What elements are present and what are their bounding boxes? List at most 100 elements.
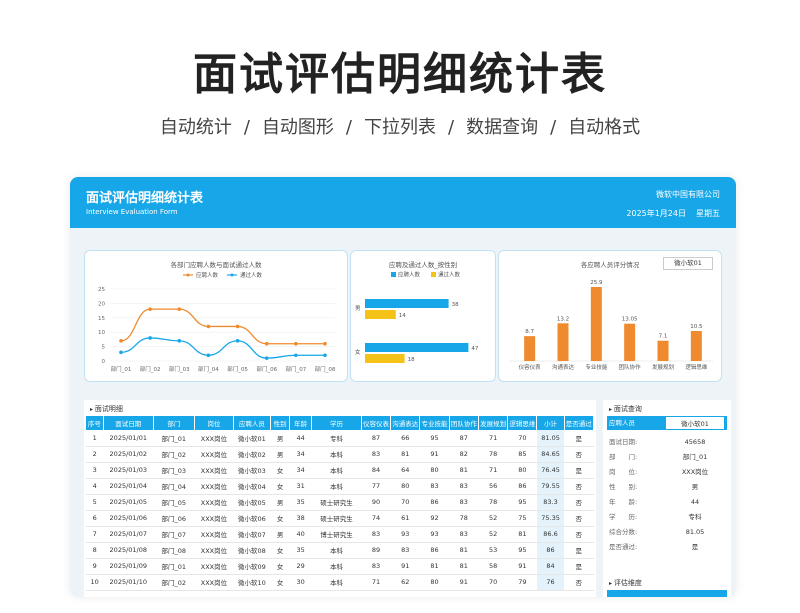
table-cell: 81 (419, 558, 450, 575)
table-cell: 81 (449, 462, 479, 479)
column-header[interactable]: 团队协作 (449, 416, 479, 430)
table-cell: 女 (270, 462, 290, 479)
feature-list: 自动统计 / 自动图形 / 下拉列表 / 数据查询 / 自动格式 (0, 113, 800, 139)
column-header[interactable]: 是否通过 (564, 416, 595, 430)
table-cell: 71 (361, 574, 391, 591)
legend-label: 应聘人数 (398, 271, 421, 279)
column-header[interactable]: 学历 (311, 416, 362, 430)
table-cell: 95 (507, 542, 537, 559)
query-person-select[interactable]: 微小软01 (665, 416, 725, 430)
table-cell: 89 (361, 542, 391, 559)
column-header[interactable]: 面试日期 (103, 416, 154, 430)
x-tick-label: 逻辑思维 (685, 363, 708, 371)
table-cell: 34 (289, 446, 312, 463)
table-cell: 部门_06 (153, 510, 195, 527)
bar (690, 331, 702, 361)
table-cell: 52 (478, 510, 508, 527)
table-cell: 否 (564, 526, 594, 543)
column-header[interactable]: 部门 (153, 416, 195, 430)
table-cell: 79 (507, 574, 537, 591)
table-cell: 本科 (311, 478, 362, 495)
query-field: 性 别: 男 (607, 480, 727, 494)
table-cell: 84 (361, 462, 391, 479)
query-field-value: 44 (690, 498, 700, 506)
query-field-label: 是否通过: (609, 543, 638, 551)
table-cell: 83 (449, 478, 479, 495)
table-cell: 83 (390, 542, 420, 559)
table-cell: 31 (289, 478, 312, 495)
query-field-label: 综合分数: (609, 528, 638, 536)
query-field-value: 45658 (684, 438, 706, 446)
table-cell: XXX岗位 (194, 542, 234, 559)
table-row: 9 2025/01/09 部门_01 XXX岗位 微小软09 女 29 本科 83 91 81 81 5… (86, 558, 594, 575)
column-header[interactable]: 岗位 (194, 416, 234, 430)
table-row: 1 2025/01/01 部门_01 XXX岗位 微小软01 男 44 专科 87 66 95 87 7… (86, 430, 594, 447)
column-header[interactable]: 专业技能 (419, 416, 450, 430)
column-header[interactable]: 沟通表达 (390, 416, 421, 430)
column-header[interactable]: 应聘人员 (233, 416, 271, 430)
table-cell: 81.05 (536, 430, 565, 447)
feature-item: 自动图形 (261, 117, 334, 138)
table-cell: 92 (419, 510, 450, 527)
y-tick-label: 25 (98, 287, 105, 293)
bar (365, 354, 405, 363)
table-cell: 部门_04 (153, 478, 195, 495)
table-cell: 80 (507, 462, 537, 479)
table-cell: XXX岗位 (194, 526, 234, 543)
table-cell: 硕士研究生 (311, 494, 362, 511)
table-cell: 男 (270, 526, 290, 543)
table-cell: 34 (289, 462, 312, 479)
query-panel: 面试查询 应聘人员 微小软01 面试日期: 45658 部 门: 部门_01 岗 位: X… (603, 400, 731, 597)
table-cell: 男 (270, 494, 290, 511)
report-title: 面试评估明细统计表 (86, 191, 204, 206)
x-tick-label: 部门_03 (169, 365, 190, 373)
table-cell: 10 (86, 574, 104, 591)
table-cell: 52 (478, 526, 508, 543)
table-cell: 79.55 (536, 478, 565, 495)
table-cell: 78 (478, 446, 508, 463)
x-tick-label: 部门_05 (227, 365, 248, 373)
data-point (206, 324, 211, 329)
data-point (235, 339, 240, 343)
column-header[interactable]: 性别 (270, 416, 291, 430)
table-cell: 35 (289, 542, 312, 559)
data-point (323, 341, 327, 346)
column-header[interactable]: 年龄 (289, 416, 313, 430)
table-cell: 本科 (311, 446, 362, 463)
table-cell: 83 (419, 478, 450, 495)
table-row: 10 2025/01/10 部门_02 XXX岗位 微小软10 女 30 本科 71 62 80 91… (86, 574, 594, 591)
x-tick-label: 部门_06 (256, 365, 277, 373)
data-label: 13.2 (557, 316, 569, 322)
eval-section-label: 评估维度 (609, 578, 642, 588)
table-cell: 男 (270, 446, 290, 463)
report-card: 面试评估明细统计表 Interview Evaluation Form 微软中国… (70, 177, 736, 597)
column-header[interactable]: 发展规划 (478, 416, 509, 430)
column-header[interactable]: 逻辑思维 (507, 416, 538, 430)
table-cell: 博士研究生 (311, 526, 362, 543)
table-cell: 2025/01/04 (103, 478, 154, 495)
weekday-text: 星期五 (696, 209, 720, 218)
table-cell: 91 (419, 446, 450, 463)
table-cell: 80 (390, 478, 420, 495)
gender-bar-chart: 应聘人数 通过人数男 38 14 女 47 18 (355, 271, 479, 363)
report-subtitle: Interview Evaluation Form (86, 208, 178, 216)
table-cell: 是 (564, 462, 594, 479)
table-cell: 71 (478, 430, 508, 447)
detail-table: 序号 面试日期 部门 岗位 应聘人员 性别 年龄 学历 仪容仪表 沟通表达 专业技能 团队协作 发展规划… (86, 416, 595, 591)
company-name: 微软中国有限公司 (656, 190, 720, 199)
table-cell: 83 (449, 526, 479, 543)
query-field: 面试日期: 45658 (607, 435, 727, 449)
table-cell: 是 (564, 430, 594, 447)
column-header[interactable]: 序号 (86, 416, 104, 430)
bar (624, 323, 636, 361)
table-cell: 95 (419, 430, 450, 447)
detail-table-panel: 面试明细 序号面试日期部门岗位应聘人员性别年龄学历仪容仪表沟通表达专业技能团队协… (84, 400, 596, 597)
column-header[interactable]: 小计 (536, 416, 565, 430)
eval-header-bar (607, 590, 727, 597)
table-cell: 微小软01 (233, 430, 271, 447)
table-cell: 86 (419, 494, 450, 511)
column-header[interactable]: 仪容仪表 (361, 416, 392, 430)
table-cell: 微小软09 (233, 558, 271, 575)
score-bar-chart: 8.7 仪容仪表 13.2 沟通表达 25.9 专业技能 13.05 团队协作 7.1 发展规划 1… (509, 280, 713, 371)
query-field-label: 部 门: (609, 453, 638, 461)
